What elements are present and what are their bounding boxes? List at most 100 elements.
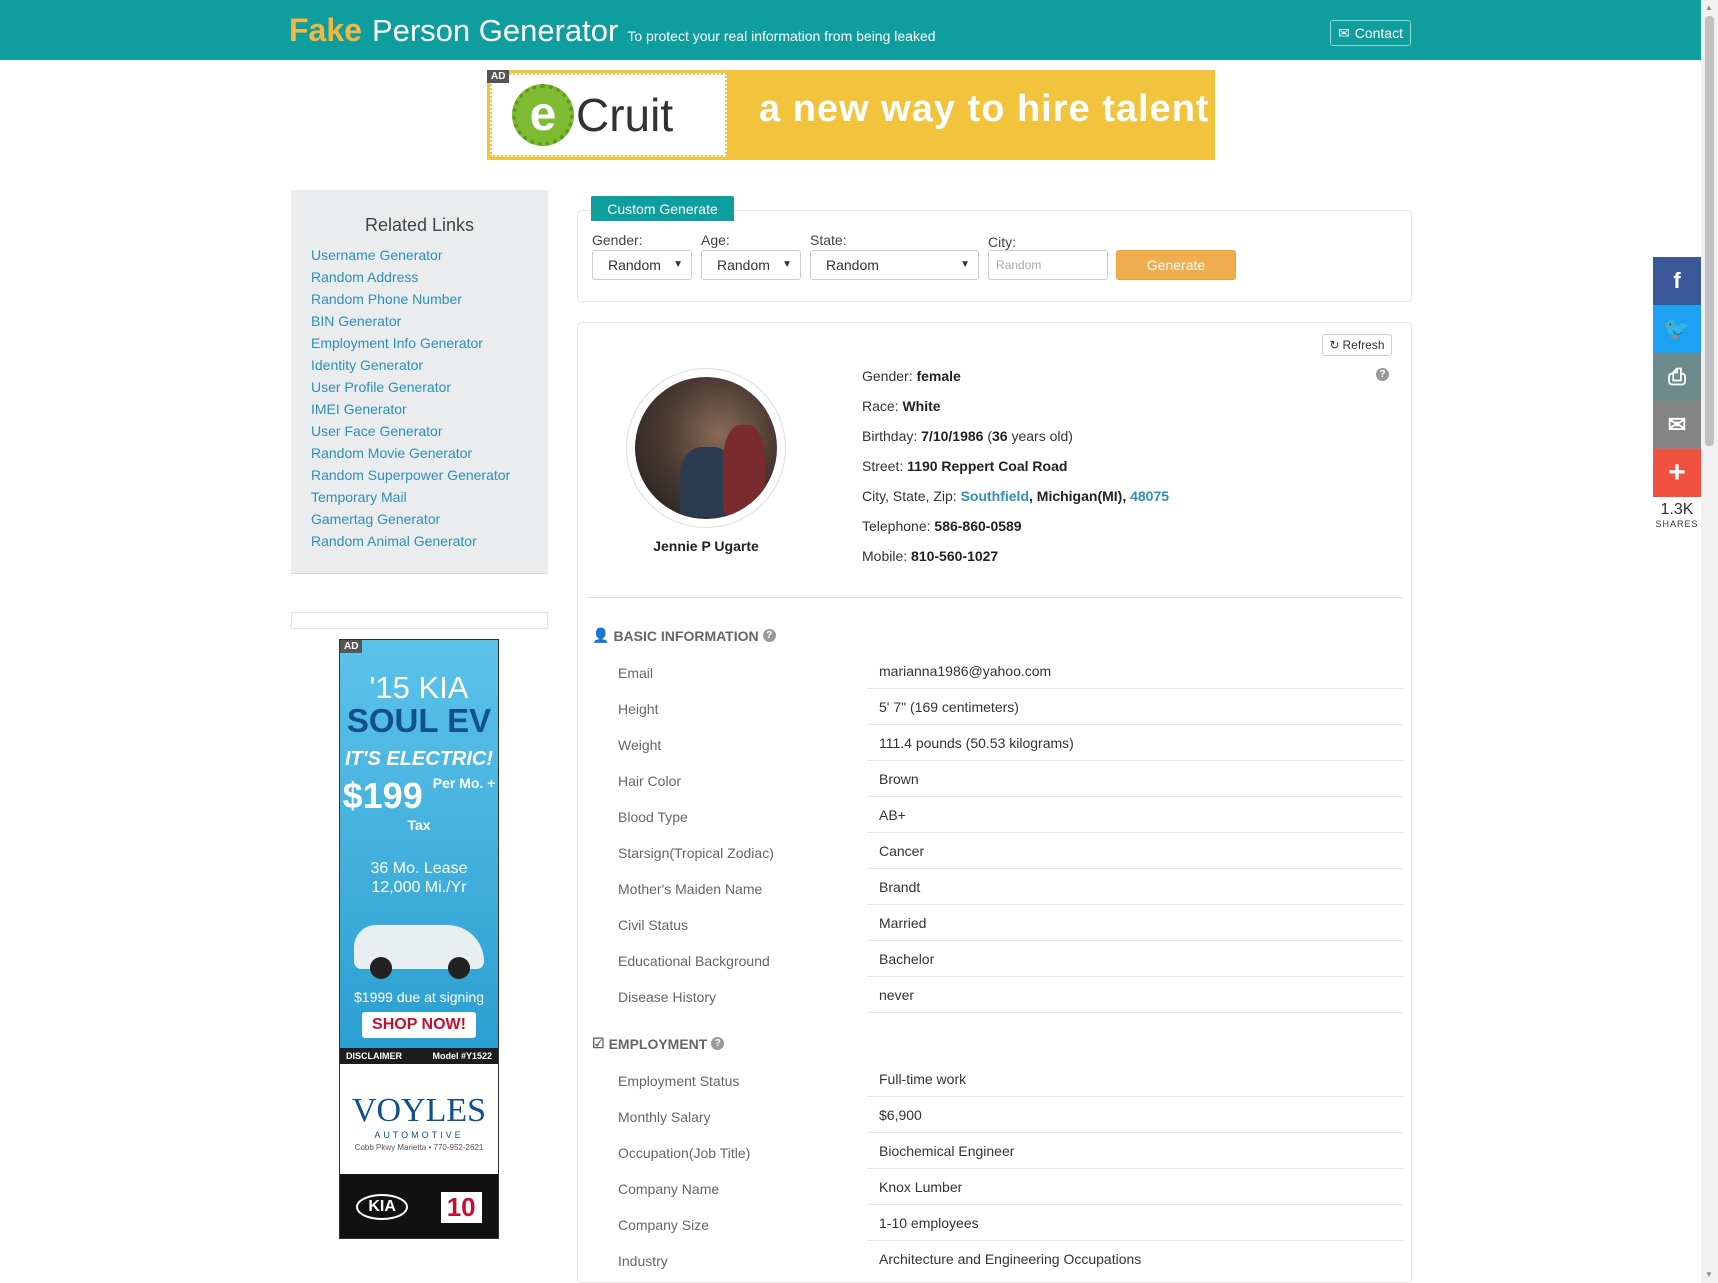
related-link[interactable]: BIN Generator bbox=[311, 313, 401, 329]
state-label: State: bbox=[810, 232, 847, 248]
ecruit-logo-box: e Cruit bbox=[490, 73, 727, 157]
related-link-item: Username Generator bbox=[311, 244, 548, 266]
related-link[interactable]: Random Superpower Generator bbox=[311, 467, 510, 483]
basic-info-title: BASIC INFORMATION bbox=[613, 627, 759, 644]
related-link[interactable]: Identity Generator bbox=[311, 357, 423, 373]
facebook-icon: f bbox=[1673, 268, 1681, 293]
row-value: Architecture and Engineering Occupations bbox=[879, 1251, 1142, 1267]
related-link[interactable]: Gamertag Generator bbox=[311, 511, 440, 527]
related-link[interactable]: Random Movie Generator bbox=[311, 445, 472, 461]
row-divider bbox=[867, 1168, 1403, 1169]
zip-link[interactable]: 48075 bbox=[1130, 488, 1169, 504]
row-divider bbox=[867, 940, 1403, 941]
related-link[interactable]: Random Animal Generator bbox=[311, 533, 477, 549]
related-link[interactable]: Username Generator bbox=[311, 247, 443, 263]
print-share-button[interactable]: ⎙ bbox=[1653, 353, 1701, 401]
voyles-sub: AUTOMOTIVE bbox=[374, 1130, 464, 1140]
help-icon[interactable]: ? bbox=[762, 629, 776, 642]
brand-name: Person Generator bbox=[371, 13, 619, 48]
age-select[interactable]: Random ▼ bbox=[701, 250, 801, 280]
related-link[interactable]: Random Address bbox=[311, 269, 418, 285]
city-input[interactable]: Random bbox=[988, 250, 1108, 280]
birthday-value: 7/10/1986 bbox=[921, 428, 984, 444]
share-label: SHARES bbox=[1655, 519, 1699, 529]
top-banner-ad[interactable]: e Cruit a new way to hire talent AD bbox=[487, 70, 1215, 160]
row-divider bbox=[867, 1240, 1403, 1241]
row-label: Mother's Maiden Name bbox=[618, 881, 763, 897]
row-label: Educational Background bbox=[618, 953, 770, 969]
chevron-down-icon: ▼ bbox=[673, 259, 683, 270]
site-logo[interactable]: Fake Person Generator To protect your re… bbox=[289, 12, 936, 49]
row-value: marianna1986@yahoo.com bbox=[879, 663, 1052, 679]
row-label: Company Size bbox=[618, 1217, 710, 1233]
envelope-icon: ✉ bbox=[1338, 24, 1350, 41]
row-divider bbox=[867, 1012, 1403, 1013]
gender-select[interactable]: Random ▼ bbox=[592, 250, 692, 280]
birthday-field-label: Birthday: bbox=[862, 428, 918, 444]
related-link-item: Random Superpower Generator bbox=[311, 464, 548, 486]
chevron-down-icon: ▼ bbox=[960, 259, 970, 270]
email-icon: ✉ bbox=[1667, 412, 1687, 437]
telephone-field-label: Telephone: bbox=[862, 518, 931, 534]
info-birthday: Birthday: 7/10/1986 (36 years old) bbox=[862, 428, 1073, 444]
scroll-up-icon[interactable]: ▲ bbox=[1705, 3, 1713, 12]
csz-field-label: City, State, Zip: bbox=[862, 488, 957, 504]
car-image bbox=[354, 925, 484, 979]
custom-generate-tab[interactable]: Custom Generate bbox=[591, 196, 734, 221]
info-race: Race: White bbox=[862, 398, 941, 414]
row-value: Knox Lumber bbox=[879, 1179, 963, 1195]
city-link[interactable]: Southfield bbox=[961, 488, 1029, 504]
brand-fake: Fake bbox=[289, 12, 362, 48]
related-link[interactable]: User Profile Generator bbox=[311, 379, 451, 395]
related-links-list: Username Generator Random Address Random… bbox=[291, 244, 548, 552]
refresh-icon: ↻ bbox=[1329, 338, 1340, 352]
state-select[interactable]: Random ▼ bbox=[810, 250, 979, 280]
row-divider bbox=[867, 1204, 1403, 1205]
related-link[interactable]: User Face Generator bbox=[311, 423, 443, 439]
voyles-address: Cobb Pkwy Marietta • 770-952-2621 bbox=[354, 1143, 484, 1152]
row-value: $6,900 bbox=[879, 1107, 922, 1123]
row-label: Email bbox=[618, 665, 654, 681]
more-share-button[interactable]: + bbox=[1653, 449, 1701, 497]
twitter-share-button[interactable]: 🐦 bbox=[1653, 305, 1701, 353]
row-divider bbox=[867, 904, 1403, 905]
row-label: Industry bbox=[618, 1253, 668, 1269]
shop-now-button[interactable]: SHOP NOW! bbox=[362, 1012, 476, 1038]
age-label: Age: bbox=[701, 232, 730, 248]
info-gender: Gender: female bbox=[862, 368, 961, 384]
related-link-item: Random Movie Generator bbox=[311, 442, 548, 464]
related-links-title: Related Links bbox=[364, 215, 475, 235]
row-label: Employment Status bbox=[618, 1073, 740, 1089]
race-value: White bbox=[902, 398, 941, 414]
top-navbar: Fake Person Generator To protect your re… bbox=[0, 0, 1718, 60]
employment-title: EMPLOYMENT bbox=[608, 1035, 708, 1052]
kia-disclaimer-bar: DISCLAIMER Model #Y1522 bbox=[340, 1048, 498, 1064]
help-icon[interactable]: ? bbox=[1376, 368, 1389, 381]
side-banner-ad[interactable]: AD '15 KIA SOUL EV IT'S ELECTRIC! $199 P… bbox=[339, 639, 499, 1239]
kia-price-value: $199 bbox=[342, 775, 423, 816]
email-share-button[interactable]: ✉ bbox=[1653, 401, 1701, 449]
generate-button[interactable]: Generate bbox=[1116, 250, 1236, 280]
related-link[interactable]: Temporary Mail bbox=[311, 489, 407, 505]
contact-button[interactable]: ✉ Contact bbox=[1330, 20, 1411, 46]
gender-select-value: Random bbox=[608, 257, 661, 273]
related-link[interactable]: Employment Info Generator bbox=[311, 335, 483, 351]
disclaimer-link[interactable]: DISCLAIMER bbox=[346, 1048, 402, 1064]
row-value: 1-10 employees bbox=[879, 1215, 979, 1231]
share-count: 1.3K bbox=[1660, 501, 1694, 518]
kia-due: $1999 due at signing bbox=[354, 989, 484, 1005]
row-value: Bachelor bbox=[879, 951, 935, 967]
kia-lease-term: 36 Mo. Lease bbox=[370, 860, 468, 877]
related-link[interactable]: IMEI Generator bbox=[311, 401, 407, 417]
related-link[interactable]: Random Phone Number bbox=[311, 291, 462, 307]
scroll-down-icon[interactable]: ▼ bbox=[1705, 1270, 1713, 1279]
refresh-button[interactable]: ↻ Refresh bbox=[1322, 334, 1392, 356]
facebook-share-button[interactable]: f bbox=[1653, 257, 1701, 305]
row-label: Starsign(Tropical Zodiac) bbox=[618, 845, 774, 861]
row-divider bbox=[867, 868, 1403, 869]
related-link-item: User Profile Generator bbox=[311, 376, 548, 398]
scroll-thumb[interactable] bbox=[1705, 16, 1714, 446]
page-scrollbar[interactable]: ▲ ▼ bbox=[1701, 0, 1718, 1283]
help-icon[interactable]: ? bbox=[711, 1037, 725, 1050]
kia-model: SOUL EV bbox=[346, 702, 492, 739]
